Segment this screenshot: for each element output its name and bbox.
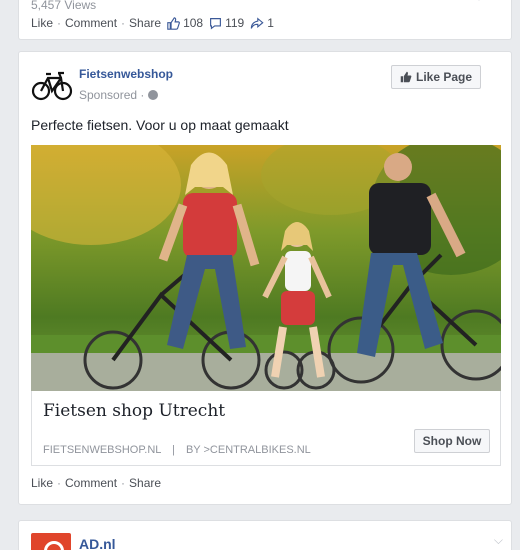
ad-nl-logo-icon[interactable]	[31, 533, 71, 550]
post-actions: Like · Comment · Share 108 119 1	[31, 16, 280, 30]
page-name-link[interactable]: AD.nl	[79, 536, 116, 550]
sponsored-post-card: Fietsenwebshop Sponsored · Like Page Per…	[18, 51, 512, 505]
ad-link-preview[interactable]: Fietsen shop Utrecht FIETSENWEBSHOP.NL |…	[31, 391, 501, 466]
ad-post-actions: Like · Comment · Share	[31, 476, 162, 490]
flag-icon[interactable]: ⚑	[476, 0, 487, 4]
shop-now-button[interactable]: Shop Now	[414, 429, 490, 453]
view-count: 5,457 Views	[31, 0, 97, 12]
bicycle-logo-icon[interactable]	[31, 64, 73, 106]
comment-icon	[210, 17, 222, 30]
ad-body-text: Perfecte fietsen. Voor u op maat gemaakt	[31, 117, 289, 133]
ad-display-url: FIETSENWEBSHOP.NL | BY >CENTRALBIKES.NL	[43, 444, 311, 456]
share-count: 1	[267, 16, 274, 30]
thumbs-up-icon	[167, 16, 180, 30]
previous-post-card: 5,457 Views Like · Comment · Share 108 1…	[18, 0, 512, 40]
ad-headline[interactable]: Fietsen shop Utrecht	[43, 401, 225, 421]
comment-link[interactable]: Comment	[65, 476, 117, 490]
thumbs-up-icon	[400, 71, 412, 83]
share-icon	[250, 16, 264, 29]
engagement-counts[interactable]: 108 119 1	[167, 16, 280, 30]
page-name-link[interactable]: Fietsenwebshop	[79, 67, 173, 81]
ad-photo-family-cycling[interactable]	[31, 145, 501, 391]
globe-icon	[148, 90, 159, 100]
sponsored-label: Sponsored ·	[79, 88, 159, 102]
share-link[interactable]: Share	[129, 476, 161, 490]
like-link[interactable]: Like	[31, 16, 53, 30]
like-count: 108	[183, 16, 204, 30]
next-post-card: AD.nl ⌵	[18, 520, 512, 550]
chevron-down-icon[interactable]: ⌵	[494, 533, 503, 548]
comment-count: 119	[225, 16, 245, 30]
like-link[interactable]: Like	[31, 476, 53, 490]
like-page-button[interactable]: Like Page	[391, 65, 481, 89]
comment-link[interactable]: Comment	[65, 16, 117, 30]
share-link[interactable]: Share	[129, 16, 161, 30]
